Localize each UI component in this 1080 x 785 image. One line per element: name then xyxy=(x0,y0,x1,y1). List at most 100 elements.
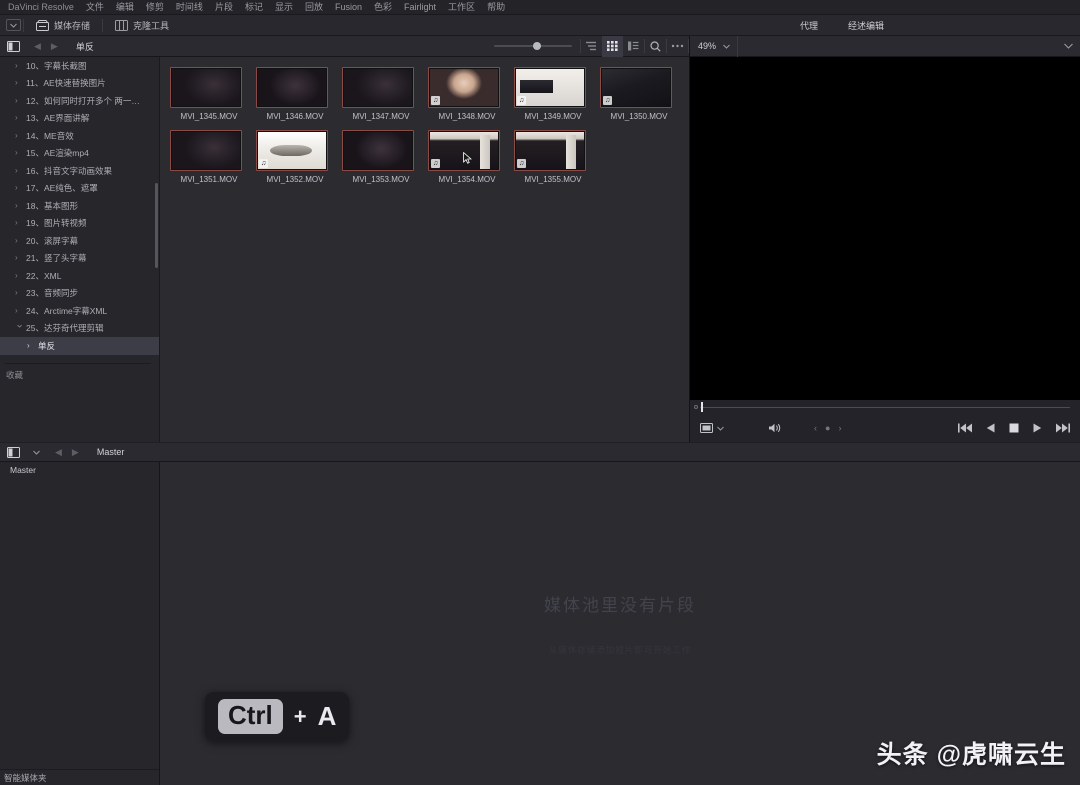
chevron-right-icon[interactable]: › xyxy=(15,289,18,297)
clip-thumbnail[interactable] xyxy=(170,130,242,171)
chevron-right-icon[interactable]: › xyxy=(27,341,30,350)
media-clip-cell[interactable]: ♫ MVI_1352.MOV xyxy=(256,130,342,184)
media-clip-cell[interactable]: ♫ MVI_1355.MOV xyxy=(514,130,600,184)
stop-button[interactable] xyxy=(1009,423,1019,433)
chevron-right-icon[interactable]: › xyxy=(15,131,18,140)
tree-item-selected[interactable]: › 单反 xyxy=(0,337,159,355)
clip-thumbnail[interactable]: ♫ xyxy=(428,67,500,108)
viewer-options-chevron-icon[interactable] xyxy=(1057,43,1080,49)
play-button[interactable] xyxy=(1033,423,1042,433)
chevron-right-icon[interactable]: › xyxy=(15,114,18,122)
clip-thumbnail[interactable]: ♫ xyxy=(256,130,328,171)
metadata-view-button[interactable] xyxy=(623,36,644,57)
pool-nav-forward-icon[interactable]: ▶ xyxy=(72,447,79,458)
media-pool-bin-tree[interactable]: Master 智能媒体夹 xyxy=(0,462,160,785)
play-reverse-button[interactable] xyxy=(986,423,995,433)
viewer-zoom-chevron-icon[interactable] xyxy=(716,44,737,49)
tree-item[interactable]: › 15、AE渲染mp4 xyxy=(0,145,159,163)
viewer-canvas[interactable] xyxy=(690,57,1080,400)
clip-thumbnail[interactable]: ♫ xyxy=(428,130,500,171)
proxy-label[interactable]: 代理 xyxy=(800,19,818,32)
menu-item-clip[interactable]: 片段 xyxy=(209,0,239,15)
chevron-right-icon[interactable]: › xyxy=(15,149,18,157)
bin-item-master[interactable]: Master xyxy=(0,462,159,478)
media-clip-cell[interactable]: ♫ MVI_1350.MOV xyxy=(600,67,686,121)
media-clip-cell[interactable]: MVI_1347.MOV xyxy=(342,67,428,121)
chevron-right-icon[interactable]: › xyxy=(15,271,18,280)
menu-item-playback[interactable]: 回放 xyxy=(299,0,329,15)
menu-item-file[interactable]: 文件 xyxy=(80,0,110,15)
media-pool-chevron-icon[interactable] xyxy=(26,450,47,455)
viewer-scrubber[interactable] xyxy=(690,400,1080,414)
pool-nav-back-icon[interactable]: ◀ xyxy=(55,447,62,458)
menu-item-help[interactable]: 帮助 xyxy=(481,0,511,15)
chevron-right-icon[interactable]: › xyxy=(15,201,18,210)
media-pool-breadcrumb[interactable]: Master xyxy=(87,447,125,457)
tree-item[interactable]: › 21、竖了头字幕 xyxy=(0,250,159,268)
media-pool-nav-arrows[interactable]: ◀ ▶ xyxy=(47,447,87,458)
tree-item[interactable]: › 24、Arctime字幕XML xyxy=(0,302,159,320)
clip-thumbnail[interactable] xyxy=(170,67,242,108)
chevron-right-icon[interactable]: › xyxy=(15,219,18,227)
clip-thumbnail[interactable] xyxy=(342,130,414,171)
media-clip-cell[interactable]: ♫ MVI_1349.MOV xyxy=(514,67,600,121)
media-pool-sidebar-toggle[interactable] xyxy=(0,446,26,458)
tree-item[interactable]: › 17、AE纯色、遮罩 xyxy=(0,180,159,198)
chevron-right-icon[interactable]: › xyxy=(15,306,18,315)
prev-marker-icon[interactable]: ‹ xyxy=(814,423,817,433)
clip-thumbnail[interactable] xyxy=(342,67,414,108)
volume-icon[interactable] xyxy=(768,422,782,434)
navigation-arrows[interactable]: ◀ ▶ xyxy=(26,41,66,52)
chevron-right-icon[interactable]: › xyxy=(15,236,18,245)
menu-item-color[interactable]: 色彩 xyxy=(368,0,398,15)
viewer-zoom-level[interactable]: 49% xyxy=(690,41,716,51)
menu-item-davinci-resolve[interactable]: DaVinci Resolve xyxy=(4,0,80,15)
chevron-right-icon[interactable]: › xyxy=(15,61,18,70)
clip-thumbnail[interactable]: ♫ xyxy=(514,130,586,171)
menu-item-fusion[interactable]: Fusion xyxy=(329,0,368,15)
chevron-right-icon[interactable]: › xyxy=(15,184,18,192)
nav-back-icon[interactable]: ◀ xyxy=(34,41,41,52)
tree-item[interactable]: › 19、图片转视频 xyxy=(0,215,159,233)
slider-knob[interactable] xyxy=(533,41,541,50)
tree-item[interactable]: › 13、AE界面讲解 xyxy=(0,110,159,128)
media-clip-cell[interactable]: ♫ MVI_1354.MOV xyxy=(428,130,514,184)
tree-item[interactable]: › 12、如何同时打开多个 两一… xyxy=(0,92,159,110)
media-storage-tree[interactable]: › 10、字幕长截图 › 11、AE快速替换图片 › 12、如何同时打开多个 两一… › 13… xyxy=(0,57,160,442)
sidebar-toggle-button[interactable] xyxy=(0,40,26,52)
grid-view-button[interactable] xyxy=(602,35,623,57)
tree-item[interactable]: › 10、字幕长截图 xyxy=(0,57,159,75)
playhead[interactable] xyxy=(701,402,703,412)
chevron-right-icon[interactable]: › xyxy=(15,96,18,105)
tree-item[interactable]: › 18、基本图形 xyxy=(0,197,159,215)
menu-item-fairlight[interactable]: Fairlight xyxy=(398,0,442,15)
chevron-right-icon[interactable]: › xyxy=(15,79,18,87)
menu-item-view[interactable]: 显示 xyxy=(269,0,299,15)
chevron-down-icon[interactable]: ⌄ xyxy=(15,320,24,331)
clip-thumbnail[interactable]: ♫ xyxy=(600,67,672,108)
menu-item-trim[interactable]: 修剪 xyxy=(140,0,170,15)
tree-item[interactable]: › 14、ME音效 xyxy=(0,127,159,145)
tree-item[interactable]: › 20、滚屏字幕 xyxy=(0,232,159,250)
jump-to-end-button[interactable] xyxy=(1056,423,1070,433)
menu-item-timeline[interactable]: 时间线 xyxy=(170,0,209,15)
viewer-mode-chevron-icon[interactable] xyxy=(717,426,724,431)
chevron-right-icon[interactable]: › xyxy=(15,254,18,262)
chevron-right-icon[interactable]: › xyxy=(15,166,18,175)
panel-toggle-button[interactable] xyxy=(6,19,21,31)
smart-bins-section[interactable]: 智能媒体夹 xyxy=(0,769,159,785)
tree-scrollbar[interactable] xyxy=(155,183,158,268)
tree-item[interactable]: › 23、音频同步 xyxy=(0,285,159,303)
tree-item[interactable]: › 22、XML xyxy=(0,267,159,285)
more-options-button[interactable] xyxy=(667,36,688,57)
tree-item[interactable]: › 11、AE快速替换图片 xyxy=(0,75,159,93)
tree-item[interactable]: › 16、抖音文字动画效果 xyxy=(0,162,159,180)
media-clip-cell[interactable]: MVI_1345.MOV xyxy=(170,67,256,121)
viewer-mode-icon[interactable] xyxy=(700,423,713,433)
media-clip-cell[interactable]: MVI_1353.MOV xyxy=(342,130,428,184)
tree-item[interactable]: ⌄ 25、达芬奇代理剪辑 xyxy=(0,320,159,338)
jump-to-start-button[interactable] xyxy=(958,423,972,433)
media-clip-cell[interactable]: MVI_1351.MOV xyxy=(170,130,256,184)
next-marker-icon[interactable]: › xyxy=(838,423,841,433)
search-button[interactable] xyxy=(645,36,666,57)
